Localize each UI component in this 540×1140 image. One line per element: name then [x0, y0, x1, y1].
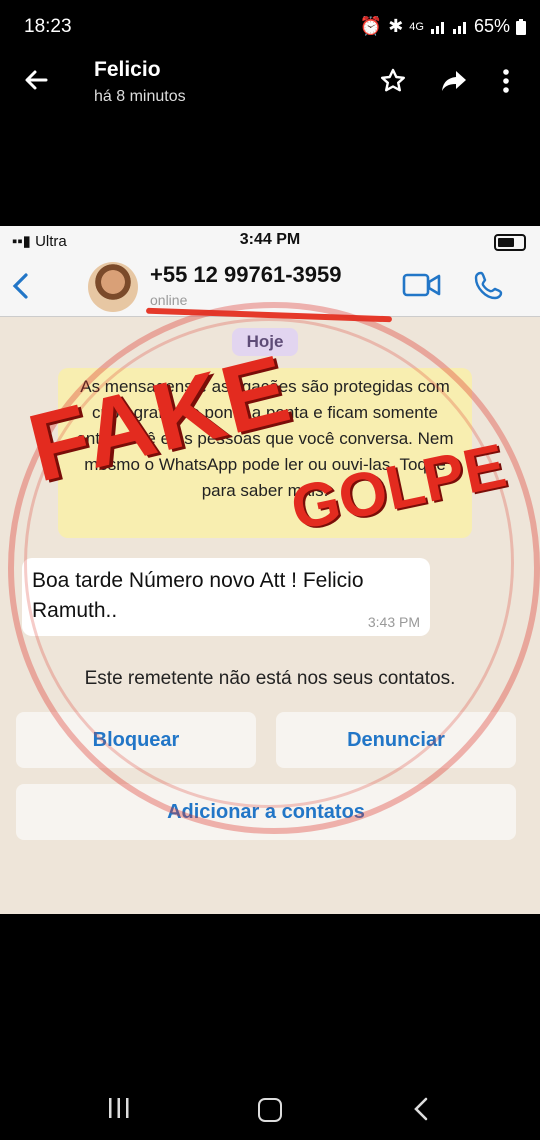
battery-level: 65%: [473, 16, 510, 36]
star-icon[interactable]: [380, 68, 406, 94]
home-icon[interactable]: [258, 1098, 282, 1122]
recent-apps-icon[interactable]: [106, 1096, 132, 1120]
contact-phone: +55 12 99761-3959: [150, 262, 342, 287]
nav-back-icon[interactable]: [410, 1096, 432, 1122]
back-arrow-icon[interactable]: [22, 66, 50, 94]
contact-avatar: [88, 262, 138, 312]
network-type: 4G: [409, 20, 424, 33]
alarm-icon: ⏰: [359, 16, 383, 36]
signal-icon: [430, 21, 444, 34]
contact-status: online: [150, 292, 188, 308]
ios-battery-icon: [494, 234, 526, 251]
phone-icon: [474, 271, 503, 300]
ios-status-bar: ▪▪▮ Ultra 3:44 PM: [0, 226, 540, 256]
status-time: 18:23: [24, 16, 72, 37]
forward-icon[interactable]: [440, 68, 468, 94]
video-call-icon: [402, 273, 441, 297]
signal-icon-2: [452, 21, 466, 34]
more-vert-icon[interactable]: [502, 68, 510, 94]
sender-name: Felicio: [94, 58, 161, 81]
shared-image[interactable]: ▪▪▮ Ultra 3:44 PM +55 12 99761-3959 onli…: [0, 226, 540, 914]
status-icons: ⏰ ✱ 4G 65%: [360, 16, 526, 37]
sent-time: há 8 minutos: [94, 88, 186, 105]
chevron-left-icon: [12, 273, 28, 299]
ios-time: 3:44 PM: [239, 231, 301, 248]
battery-icon: [516, 18, 526, 35]
bluetooth-icon: ✱: [388, 16, 404, 36]
